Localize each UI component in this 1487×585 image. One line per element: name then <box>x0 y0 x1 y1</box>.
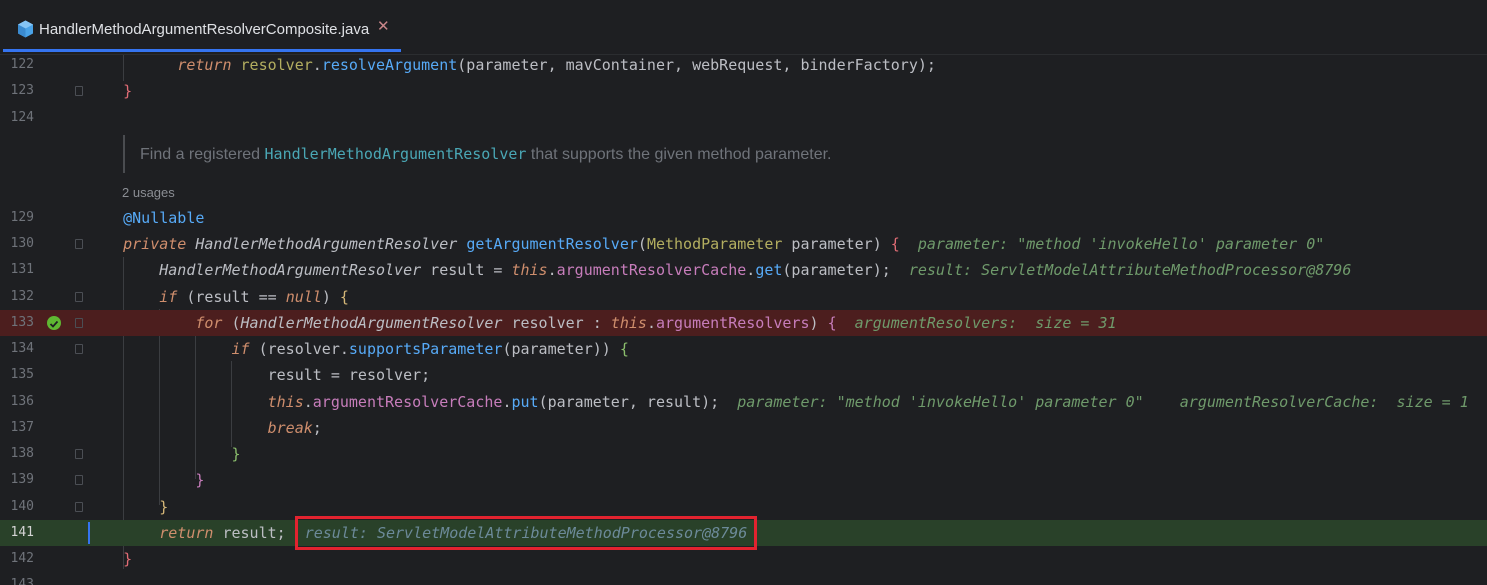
code-text: } <box>123 82 133 100</box>
debug-inline-value: argumentResolverCache: size = 1 <box>1179 393 1469 411</box>
debug-inline-value: argumentResolvers: size = 31 <box>854 314 1117 332</box>
line-number: 123 <box>10 83 34 98</box>
line-number: 122 <box>10 57 34 72</box>
check-icon <box>49 320 59 328</box>
code-text: result = resolver; <box>267 366 431 384</box>
breakpoint-verified-icon[interactable] <box>47 316 61 330</box>
code-line-122: 122 return resolver.resolveArgument(para… <box>0 55 1487 78</box>
line-number: 132 <box>10 289 34 304</box>
line-number: 129 <box>10 210 34 225</box>
code-text: } <box>195 471 205 489</box>
code-line-123: 123 } <box>0 78 1487 104</box>
code-text: @Nullable <box>123 209 205 227</box>
line-number: 131 <box>10 262 34 277</box>
line-number: 136 <box>10 394 34 409</box>
code-line-138: 138 } <box>0 441 1487 467</box>
fold-end-icon[interactable] <box>75 502 83 512</box>
fold-end-icon[interactable] <box>75 449 83 459</box>
code-line-139: 139 } <box>0 467 1487 493</box>
line-number: 143 <box>10 577 34 585</box>
code-text: HandlerMethodArgumentResolver result = t… <box>159 261 1352 279</box>
line-number: 140 <box>10 499 34 514</box>
code-line-132: 132 if (result == null) { <box>0 284 1487 310</box>
debug-inline-value-highlighted: result: ServletModelAttributeMethodProce… <box>294 516 758 550</box>
code-line-142: 142 } <box>0 546 1487 572</box>
line-number: 141 <box>10 525 34 540</box>
tab-label: HandlerMethodArgumentResolverComposite.j… <box>39 21 370 38</box>
code-line-143: 143 <box>0 572 1487 585</box>
code-line-136: 136 this.argumentResolverCache.put(param… <box>0 389 1487 415</box>
code-text: } <box>123 550 133 568</box>
code-text: if (result == null) { <box>159 288 349 306</box>
line-number: 139 <box>10 472 34 487</box>
code-line-135: 135 result = resolver; <box>0 362 1487 388</box>
code-line-129: 129 @Nullable <box>0 205 1487 231</box>
usages-hint[interactable]: 2 usages <box>122 185 175 200</box>
debug-inline-value: parameter: "method 'invokeHello' paramet… <box>917 235 1325 253</box>
code-line-137: 137 break; <box>0 415 1487 441</box>
doc-link[interactable]: HandlerMethodArgumentResolver <box>265 145 527 163</box>
line-number: 142 <box>10 551 34 566</box>
fold-start-icon[interactable] <box>75 292 83 302</box>
line-number: 133 <box>10 315 34 330</box>
fold-start-icon[interactable] <box>75 318 83 328</box>
code-text: if (resolver.supportsParameter(parameter… <box>231 340 629 358</box>
editor-tab-bar: HandlerMethodArgumentResolverComposite.j… <box>0 0 1487 55</box>
rendered-javadoc: Find a registered HandlerMethodArgumentR… <box>123 135 832 173</box>
fold-start-icon[interactable] <box>75 344 83 354</box>
line-number: 135 <box>10 367 34 382</box>
debug-inline-value: result: ServletModelAttributeMethodProce… <box>908 261 1352 279</box>
fold-end-icon[interactable] <box>75 86 83 96</box>
code-editor[interactable]: 122 return resolver.resolveArgument(para… <box>0 55 1487 585</box>
code-text: break; <box>267 419 322 437</box>
close-icon[interactable]: ✕ <box>377 17 390 35</box>
code-line-124: 124 <box>0 105 1487 131</box>
code-text: this.argumentResolverCache.put(parameter… <box>267 393 1469 411</box>
line-number: 134 <box>10 341 34 356</box>
code-line-133: 133 for (HandlerMethodArgumentResolver r… <box>0 310 1487 336</box>
line-number: 137 <box>10 420 34 435</box>
java-class-icon <box>18 20 33 38</box>
line-number: 124 <box>10 110 34 125</box>
line-number: 138 <box>10 446 34 461</box>
code-line-130: 130 private HandlerMethodArgumentResolve… <box>0 231 1487 257</box>
code-line-131: 131 HandlerMethodArgumentResolver result… <box>0 257 1487 283</box>
fold-start-icon[interactable] <box>75 239 83 249</box>
code-line-134: 134 if (resolver.supportsParameter(param… <box>0 336 1487 362</box>
code-text: private HandlerMethodArgumentResolver ge… <box>123 235 1325 253</box>
code-text: } <box>159 498 169 516</box>
code-text: for (HandlerMethodArgumentResolver resol… <box>195 314 1117 332</box>
debug-inline-value: parameter: "method 'invokeHello' paramet… <box>737 393 1144 411</box>
code-text: return resolver.resolveArgument(paramete… <box>177 56 936 74</box>
line-number: 130 <box>10 236 34 251</box>
code-text: } <box>231 445 241 463</box>
tab-handler-method-argument-resolver-composite[interactable]: HandlerMethodArgumentResolverComposite.j… <box>3 6 401 52</box>
code-line-141: 141 return result; result: ServletModelA… <box>0 516 1487 550</box>
fold-end-icon[interactable] <box>75 475 83 485</box>
